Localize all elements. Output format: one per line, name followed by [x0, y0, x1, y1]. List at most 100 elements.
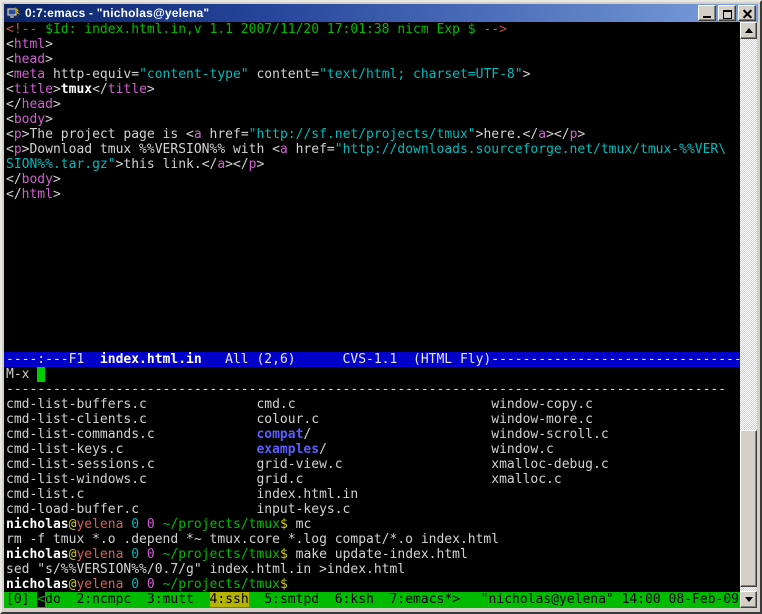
- terminal-line: cmd-list-buffers.c cmd.c window-copy.c: [4, 397, 740, 412]
- shell-prompt-line: nicholas@yelena 0 0 ~/projects/tmux$: [4, 577, 740, 592]
- tmux-status-right: "nicholas@yelena" 14:00 08-Feb-09: [481, 592, 739, 608]
- text-segment: tmux: [61, 82, 92, 97]
- terminal-line: [4, 277, 740, 292]
- text-segment: $: [280, 547, 288, 562]
- maximize-button[interactable]: [718, 5, 736, 21]
- text-segment: here.: [483, 127, 522, 142]
- text-segment: grid-view.c: [256, 457, 491, 472]
- text-segment: window-copy.c: [491, 397, 593, 412]
- text-segment: a: [538, 127, 546, 142]
- terminal-line: cmd-list-windows.c grid.c xmalloc.c: [4, 472, 740, 487]
- scrollbar[interactable]: [740, 22, 757, 608]
- text-segment: ----:---F1: [6, 352, 100, 367]
- terminal-line: [4, 202, 740, 217]
- scroll-down-button[interactable]: [740, 591, 757, 608]
- text-segment: head: [22, 97, 53, 112]
- text-segment: cmd-list-buffers.c: [6, 397, 256, 412]
- text-segment: yelena: [76, 547, 123, 562]
- terminal-line: [4, 232, 740, 247]
- text-segment: content=: [249, 67, 319, 82]
- tmux-window-item-flagged: 4:ssh: [210, 592, 249, 607]
- text-segment: 0: [131, 517, 139, 532]
- emacs-modeline: ----:---F1 index.html.in All (2,6) CVS-1…: [4, 352, 740, 367]
- text-segment: nicholas: [6, 517, 69, 532]
- text-segment: [139, 577, 147, 592]
- tmux-window-item: 3:mutt: [147, 592, 210, 607]
- text-segment: href=: [202, 127, 249, 142]
- text-segment: <: [6, 82, 14, 97]
- text-segment: [155, 547, 163, 562]
- minimize-button[interactable]: [698, 5, 716, 21]
- text-segment: this link.: [123, 157, 201, 172]
- text-segment: $: [280, 577, 288, 592]
- text-segment: nicholas: [6, 577, 69, 592]
- close-icon: [743, 9, 752, 18]
- text-segment: </: [202, 157, 218, 172]
- text-segment: $: [280, 517, 288, 532]
- text-segment: cmd-list-clients.c: [6, 412, 256, 427]
- text-segment: colour.c: [256, 412, 491, 427]
- text-segment: http-equiv=: [45, 67, 139, 82]
- text-segment: </: [523, 127, 539, 142]
- shell-prompt-line: nicholas@yelena 0 0 ~/projects/tmux$ mak…: [4, 547, 740, 562]
- terminal-line: </body>: [4, 172, 740, 187]
- window-titlebar[interactable]: 0:7:emacs - "nicholas@yelena": [4, 4, 758, 22]
- scroll-up-button[interactable]: [740, 22, 757, 39]
- text-segment: 0: [147, 577, 155, 592]
- scrollbar-track[interactable]: [740, 39, 757, 591]
- window-body: <!-- $Id: index.html.in,v 1.1 2007/11/20…: [4, 22, 758, 608]
- text-segment: >: [53, 172, 61, 187]
- text-segment: [155, 577, 163, 592]
- terminal-line: [4, 322, 740, 337]
- text-segment: window.c: [491, 442, 554, 457]
- text-segment: "text/html; charset=UTF-8": [319, 67, 523, 82]
- text-segment: grid.c: [256, 472, 491, 487]
- text-segment: ----------------------------------------…: [491, 352, 740, 367]
- text-segment: <: [272, 142, 280, 157]
- text-segment: >: [53, 187, 61, 202]
- text-segment: 0: [131, 547, 139, 562]
- text-segment: title: [108, 82, 147, 97]
- maximize-icon: [723, 10, 732, 19]
- text-segment: /: [319, 442, 491, 457]
- terminal-line: [4, 292, 740, 307]
- text-segment: href=: [288, 142, 335, 157]
- text-segment: <: [6, 142, 14, 157]
- window-title: 0:7:emacs - "nicholas@yelena": [25, 6, 696, 20]
- text-segment: /: [303, 427, 491, 442]
- tmux-window-item: 5:smtpd: [249, 592, 335, 607]
- text-segment: window-scroll.c: [491, 427, 608, 442]
- text-segment: </: [6, 97, 22, 112]
- text-segment: ~/projects/tmux: [163, 517, 280, 532]
- terminal-line: <head>: [4, 52, 740, 67]
- text-segment: a: [280, 142, 288, 157]
- text-segment: >: [53, 97, 61, 112]
- tmux-window-item-active: 7:emacs*: [390, 592, 453, 607]
- text-segment: <: [6, 67, 14, 82]
- window-list-right-marker: >: [452, 592, 460, 607]
- terminal-line: cmd-list-sessions.c grid-view.c xmalloc-…: [4, 457, 740, 472]
- putty-window: 0:7:emacs - "nicholas@yelena" <!-- $Id: …: [0, 0, 762, 614]
- terminal-screen[interactable]: <!-- $Id: index.html.in,v 1.1 2007/11/20…: [4, 22, 740, 608]
- window-list-left-marker: <: [37, 592, 45, 607]
- shell-prompt-line: nicholas@yelena 0 0 ~/projects/tmux$ mc: [4, 517, 740, 532]
- terminal-line: cmd-list-clients.c colour.c window-more.…: [4, 412, 740, 427]
- terminal-line: [4, 217, 740, 232]
- text-segment: p: [14, 142, 22, 157]
- text-segment: >: [45, 112, 53, 127]
- text-segment: [139, 547, 147, 562]
- text-segment: head: [14, 52, 45, 67]
- text-segment: yelena: [76, 577, 123, 592]
- text-segment: [155, 517, 163, 532]
- terminal-line: <body>: [4, 112, 740, 127]
- text-segment: cmd-list-windows.c: [6, 472, 256, 487]
- text-segment: html: [14, 37, 45, 52]
- scrollbar-thumb[interactable]: [740, 430, 757, 587]
- text-segment: "content-type": [139, 67, 249, 82]
- terminal-line: <!-- $Id: index.html.in,v 1.1 2007/11/20…: [4, 22, 740, 37]
- text-segment: cmd-list.c: [6, 487, 256, 502]
- terminal-line: <meta http-equiv="content-type" content=…: [4, 67, 740, 82]
- text-segment: a: [217, 157, 225, 172]
- text-segment: </: [6, 187, 22, 202]
- close-button[interactable]: [738, 5, 756, 21]
